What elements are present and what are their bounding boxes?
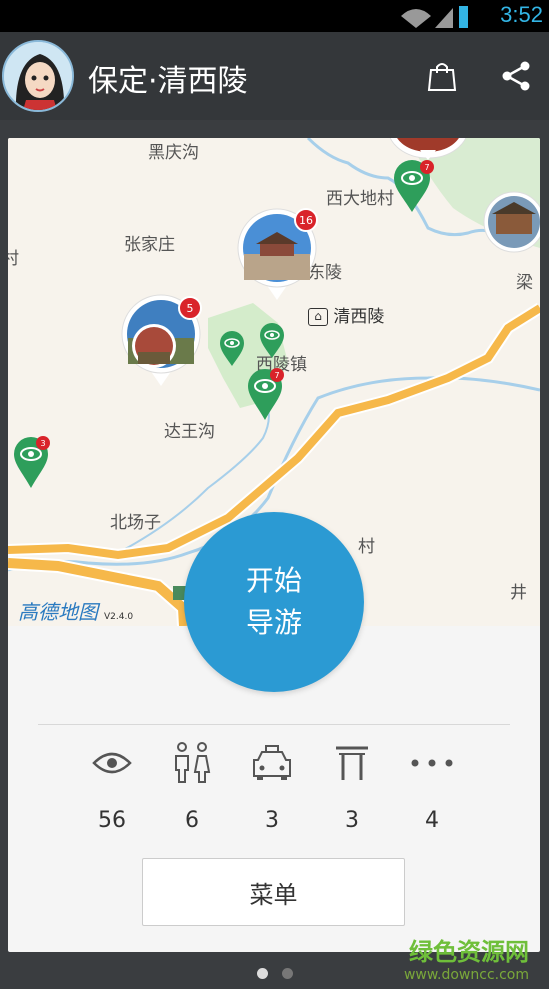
share-icon[interactable] [494, 54, 538, 98]
stat-attractions[interactable]: 56 [82, 738, 142, 833]
stat-more[interactable]: 4 [402, 738, 462, 833]
status-time: 3:52 [500, 2, 543, 27]
map-provider-logo: 高德地图 V2.4.0 [18, 596, 133, 625]
eye-marker[interactable]: 3 [12, 436, 50, 494]
stat-count: 3 [265, 808, 279, 833]
eye-marker[interactable]: 7 [392, 160, 434, 218]
app-bar: 保定·清西陵 [0, 32, 549, 120]
eye-marker[interactable] [218, 330, 246, 372]
count-badge: 7 [420, 160, 434, 174]
more-icon [402, 738, 462, 788]
map-label-xidadicun: 西大地村 [326, 189, 394, 209]
stat-count: 56 [98, 808, 126, 833]
poi-stats: 56 6 3 3 4 [68, 738, 478, 838]
count-badge: 5 [178, 296, 202, 320]
shopping-bag-icon[interactable] [420, 54, 464, 98]
photo-marker-left[interactable]: 5 [120, 294, 202, 392]
stat-taxis[interactable]: 3 [242, 738, 302, 833]
gate-icon [322, 738, 382, 788]
avatar-illustration [4, 42, 72, 110]
status-bar: 3:52 [0, 0, 549, 32]
eye-marker[interactable]: 7 [246, 368, 284, 426]
map-label-zhangjiazhuang: 张家庄 [124, 235, 175, 255]
count-badge: 16 [294, 208, 318, 232]
photo-marker-main[interactable]: 16 [236, 208, 318, 306]
count-badge: 7 [270, 368, 284, 382]
stat-count: 3 [345, 808, 359, 833]
menu-button[interactable]: 菜单 [142, 858, 405, 926]
map-label-liang: 梁 [516, 273, 533, 293]
start-button-line1: 开始 [245, 564, 302, 597]
map-label-left-edge: 村 [8, 249, 19, 269]
taxi-icon [242, 738, 302, 788]
page-dot-active[interactable] [256, 968, 268, 979]
start-button-line2: 导游 [245, 606, 302, 639]
map-label-dawanggou: 达王沟 [164, 422, 215, 442]
map-label-beichangzi: 北场子 [110, 513, 161, 533]
scenic-card: 黑庆沟 西大地村 张家庄 东陵 ⌂ 清西陵 西陵镇 达王沟 北场子 村 梁 井 … [8, 138, 540, 952]
avatar[interactable] [2, 40, 74, 112]
watermark-main: 绿色资源网 [409, 938, 529, 966]
map-label-heiqinggou: 黑庆沟 [148, 143, 199, 163]
stat-count: 4 [425, 808, 439, 833]
photo-marker-edge[interactable] [482, 190, 540, 262]
stat-count: 6 [185, 808, 199, 833]
restroom-icon [162, 738, 222, 788]
divider [38, 724, 510, 725]
page-dot[interactable] [281, 968, 293, 979]
signal-icon [401, 6, 468, 28]
eye-icon [82, 738, 142, 788]
map-label-qingxiling: ⌂ 清西陵 [308, 302, 384, 327]
start-tour-button[interactable]: 开始 导游 [184, 512, 364, 692]
eye-marker[interactable] [258, 322, 286, 364]
map-label-cun: 村 [358, 537, 375, 557]
page-title: 保定·清西陵 [88, 64, 248, 99]
stat-gates[interactable]: 3 [322, 738, 382, 833]
status-icons [399, 4, 469, 34]
qingxiling-text: 清西陵 [333, 307, 385, 327]
count-badge: 3 [36, 436, 50, 450]
page-indicator [0, 968, 549, 979]
map-label-jing: 井 [510, 583, 527, 603]
provider-name: 高德地图 [18, 600, 98, 624]
tomb-icon: ⌂ [308, 308, 328, 326]
provider-version: V2.4.0 [104, 612, 134, 622]
stat-restrooms[interactable]: 6 [162, 738, 222, 833]
main-content: 黑庆沟 西大地村 张家庄 东陵 ⌂ 清西陵 西陵镇 达王沟 北场子 村 梁 井 … [0, 120, 549, 989]
